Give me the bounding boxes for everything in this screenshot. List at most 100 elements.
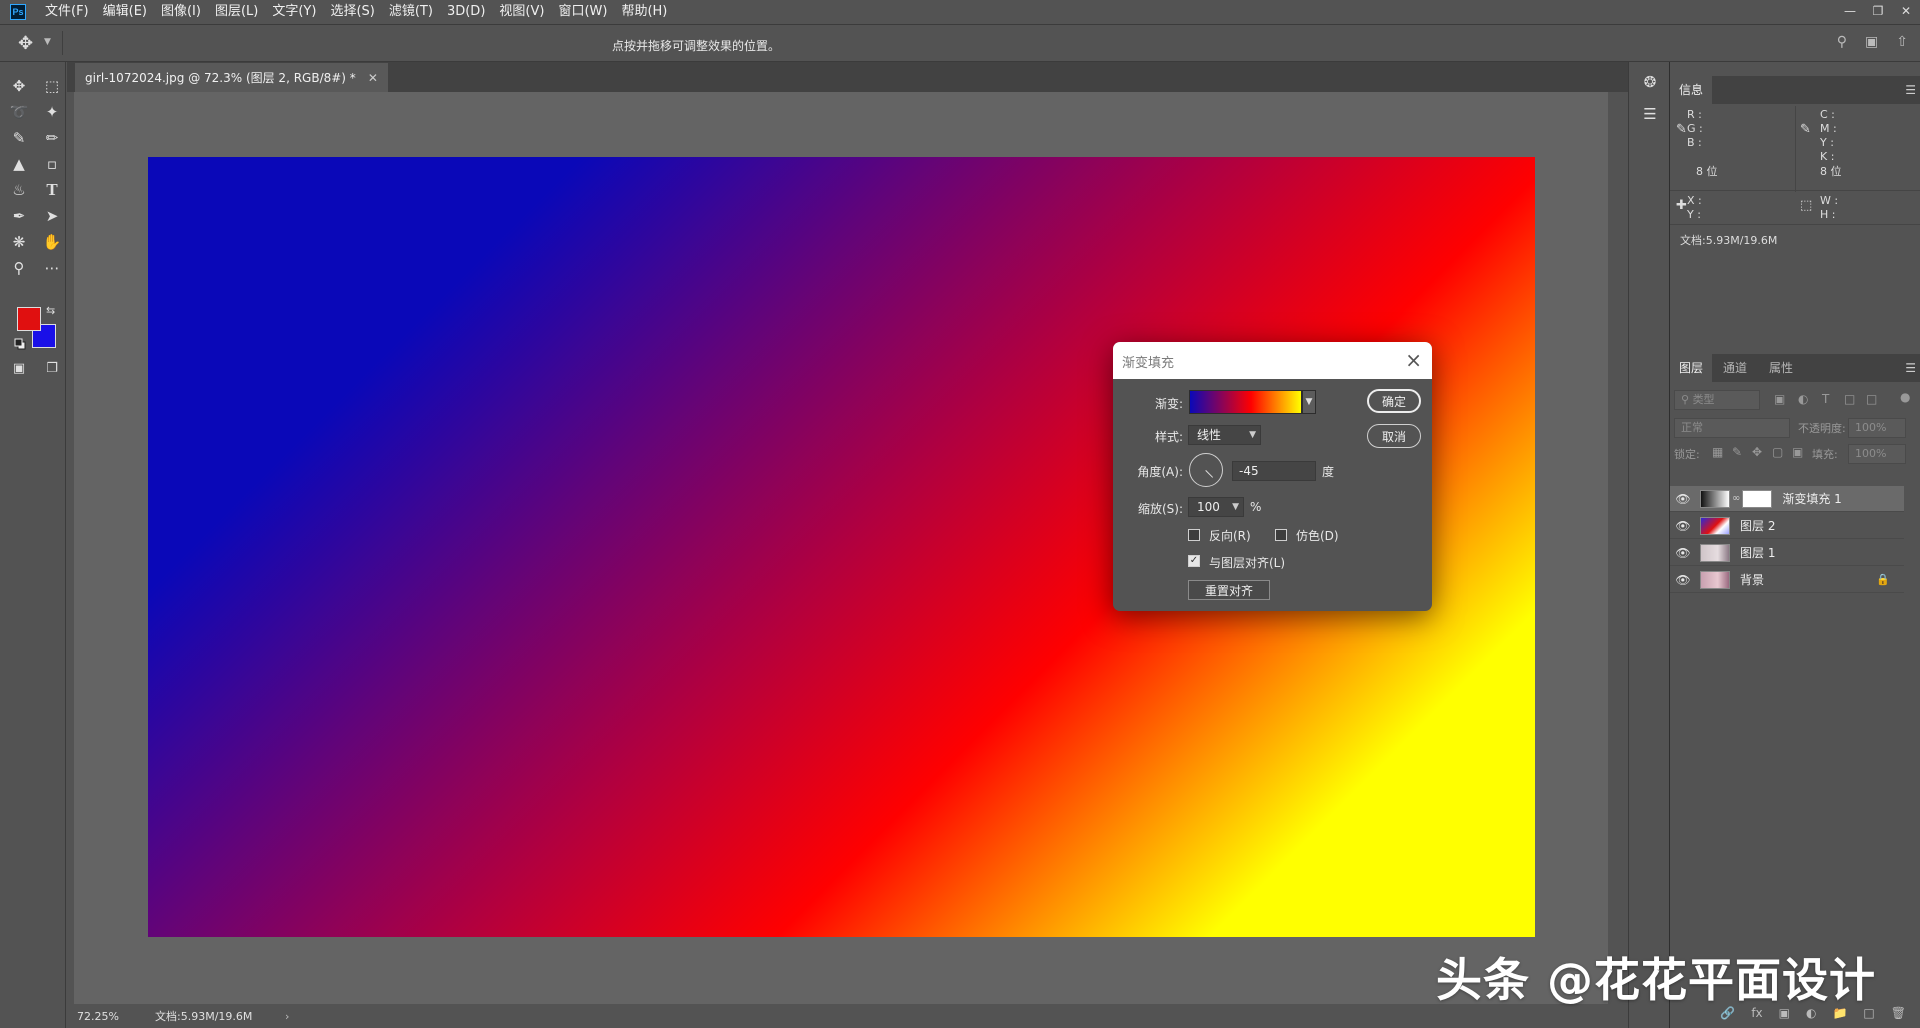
- marquee-tool-icon[interactable]: ⬚: [38, 75, 66, 97]
- layer-name: 图层 2: [1740, 519, 1776, 533]
- swap-colors-icon[interactable]: ⇆: [46, 304, 55, 317]
- share-icon[interactable]: ⇧: [1896, 34, 1908, 50]
- palette-icon[interactable]: ❂: [1638, 70, 1662, 94]
- options-bar: ✥ ▼ 点按并拖移可调整效果的位置。 ⚲ ▣ ⇧: [0, 24, 1920, 62]
- default-colors-icon[interactable]: [14, 338, 26, 350]
- chevron-down-icon[interactable]: ▼: [44, 37, 51, 47]
- zoom-level[interactable]: 72.25%: [77, 1010, 155, 1023]
- info-y2-label: Y :: [1687, 208, 1701, 221]
- filter-shape-icon[interactable]: □: [1844, 392, 1855, 406]
- minimize-icon[interactable]: —: [1836, 0, 1864, 22]
- ok-button[interactable]: 确定: [1367, 389, 1421, 413]
- align-with-layer-checkbox[interactable]: ✓: [1188, 555, 1200, 567]
- more-tools-icon[interactable]: ⋯: [38, 257, 66, 279]
- gradient-picker[interactable]: [1189, 390, 1302, 414]
- cancel-button[interactable]: 取消: [1367, 424, 1421, 448]
- menu-item-8[interactable]: 视图(V): [492, 0, 551, 24]
- eye-icon[interactable]: 👁: [1670, 546, 1696, 560]
- eye-icon[interactable]: 👁: [1670, 519, 1696, 533]
- menu-item-6[interactable]: 滤镜(T): [382, 0, 440, 24]
- workspace-icon[interactable]: ▣: [1865, 34, 1878, 50]
- menu-item-9[interactable]: 窗口(W): [551, 0, 614, 24]
- path-selection-tool-icon[interactable]: ➤: [38, 205, 66, 227]
- dialog-title: 渐变填充: [1122, 356, 1175, 371]
- reset-align-button[interactable]: 重置对齐: [1188, 580, 1270, 600]
- close-window-icon[interactable]: ✕: [1892, 0, 1920, 22]
- vertical-scrollbar[interactable]: [1608, 92, 1628, 1004]
- lock-transparent-icon[interactable]: ▦: [1712, 445, 1723, 459]
- opacity-input[interactable]: 100%: [1848, 418, 1906, 438]
- tab-layers[interactable]: 图层: [1670, 354, 1713, 382]
- filter-adjustment-icon[interactable]: ◐: [1798, 392, 1808, 406]
- menu-item-4[interactable]: 文字(Y): [265, 0, 323, 24]
- chevron-right-icon[interactable]: ›: [285, 1010, 289, 1023]
- restore-icon[interactable]: ❐: [1864, 0, 1892, 22]
- reverse-checkbox[interactable]: [1188, 529, 1200, 541]
- tab-info[interactable]: 信息: [1670, 76, 1713, 104]
- menu-item-2[interactable]: 图像(I): [154, 0, 208, 24]
- blend-mode-select[interactable]: 正常: [1674, 418, 1790, 438]
- tab-channels[interactable]: 通道: [1714, 354, 1756, 382]
- lock-icon[interactable]: 🔒: [1876, 573, 1890, 586]
- lock-artboard-icon[interactable]: ▢: [1772, 445, 1783, 459]
- panel-menu-icon[interactable]: ☰: [1905, 361, 1916, 375]
- eraser-tool-icon[interactable]: ▫: [38, 153, 66, 175]
- filter-toggle-icon[interactable]: ●: [1900, 390, 1910, 404]
- stamp-tool-icon[interactable]: ▲: [5, 153, 33, 175]
- search-icon[interactable]: ⚲: [1837, 34, 1847, 50]
- menu-item-7[interactable]: 3D(D): [440, 0, 492, 24]
- filter-pixel-icon[interactable]: ▣: [1774, 392, 1785, 406]
- shape-tool-icon[interactable]: ❋: [5, 231, 33, 253]
- close-icon[interactable]: ×: [1405, 348, 1422, 372]
- menu-item-3[interactable]: 图层(L): [208, 0, 265, 24]
- close-tab-icon[interactable]: ✕: [368, 71, 378, 85]
- scale-label: 缩放(S):: [1137, 502, 1183, 516]
- filter-smart-icon[interactable]: □: [1866, 392, 1877, 406]
- menu-item-10[interactable]: 帮助(H): [614, 0, 674, 24]
- layer-row[interactable]: 👁 背景 🔒: [1670, 567, 1904, 593]
- menu-bar: Ps 文件(F) 编辑(E) 图像(I) 图层(L) 文字(Y) 选择(S) 滤镜(T) 3D…: [0, 0, 1920, 24]
- dither-checkbox[interactable]: [1275, 529, 1287, 541]
- quick-mask-icon[interactable]: ▣: [5, 357, 33, 379]
- style-select[interactable]: 线性 ▼: [1188, 425, 1261, 445]
- tab-properties[interactable]: 属性: [1760, 354, 1802, 382]
- move-tool-icon[interactable]: ✥: [5, 75, 33, 97]
- eye-icon[interactable]: 👁: [1670, 492, 1696, 506]
- menu-item-1[interactable]: 编辑(E): [96, 0, 154, 24]
- filter-type-icon[interactable]: T: [1822, 392, 1829, 406]
- lock-position-icon[interactable]: ✥: [1752, 445, 1762, 459]
- move-tool-preset-icon[interactable]: ✥: [18, 33, 33, 54]
- angle-input[interactable]: -45: [1232, 461, 1316, 481]
- menu-item-0[interactable]: 文件(F): [38, 0, 96, 24]
- layer-row[interactable]: 👁 图层 1: [1670, 540, 1904, 566]
- zoom-tool-icon[interactable]: ⚲: [5, 257, 33, 279]
- delete-layer-icon[interactable]: 🗑: [1891, 1006, 1906, 1020]
- document-tab[interactable]: girl-1072024.jpg @ 72.3% (图层 2, RGB/8#) …: [75, 63, 388, 92]
- fill-input[interactable]: 100%: [1848, 444, 1906, 464]
- eye-icon[interactable]: 👁: [1670, 573, 1696, 587]
- screen-mode-icon[interactable]: ❐: [38, 357, 66, 379]
- properties-icon[interactable]: ☰: [1638, 102, 1662, 126]
- menu-item-5[interactable]: 选择(S): [323, 0, 381, 24]
- document-size: 文档:5.93M/19.6M: [155, 1010, 253, 1023]
- right-panels: 信息 ☰ ✎ R : G : B : 8 位 ✎ C : M : Y : K :…: [1670, 62, 1920, 1028]
- panel-menu-icon[interactable]: ☰: [1905, 83, 1916, 97]
- hand-tool-icon[interactable]: ✋: [38, 231, 66, 253]
- foreground-color-swatch[interactable]: [17, 307, 41, 331]
- chevron-down-icon[interactable]: ▼: [1302, 390, 1316, 414]
- layer-filter-select[interactable]: ⚲ 类型: [1674, 390, 1760, 410]
- angle-dial[interactable]: [1189, 453, 1223, 487]
- lasso-tool-icon[interactable]: ➰: [5, 101, 33, 123]
- type-tool-icon[interactable]: T: [38, 179, 66, 201]
- layer-row[interactable]: 👁 图层 2: [1670, 513, 1904, 539]
- brush-tool-icon[interactable]: ✏: [38, 127, 66, 149]
- paint-bucket-tool-icon[interactable]: ♨: [5, 179, 33, 201]
- lock-brush-icon[interactable]: ✎: [1732, 445, 1742, 459]
- magic-wand-tool-icon[interactable]: ✦: [38, 101, 66, 123]
- pen-tool-icon[interactable]: ✒: [5, 205, 33, 227]
- info-bits-right: 8 位: [1820, 165, 1842, 178]
- scale-input[interactable]: 100 ▼: [1188, 497, 1244, 517]
- eyedropper-tool-icon[interactable]: ✎: [5, 127, 33, 149]
- lock-all-icon[interactable]: ▣: [1792, 445, 1803, 459]
- layer-row[interactable]: 👁 ∞ 渐变填充 1: [1670, 486, 1904, 512]
